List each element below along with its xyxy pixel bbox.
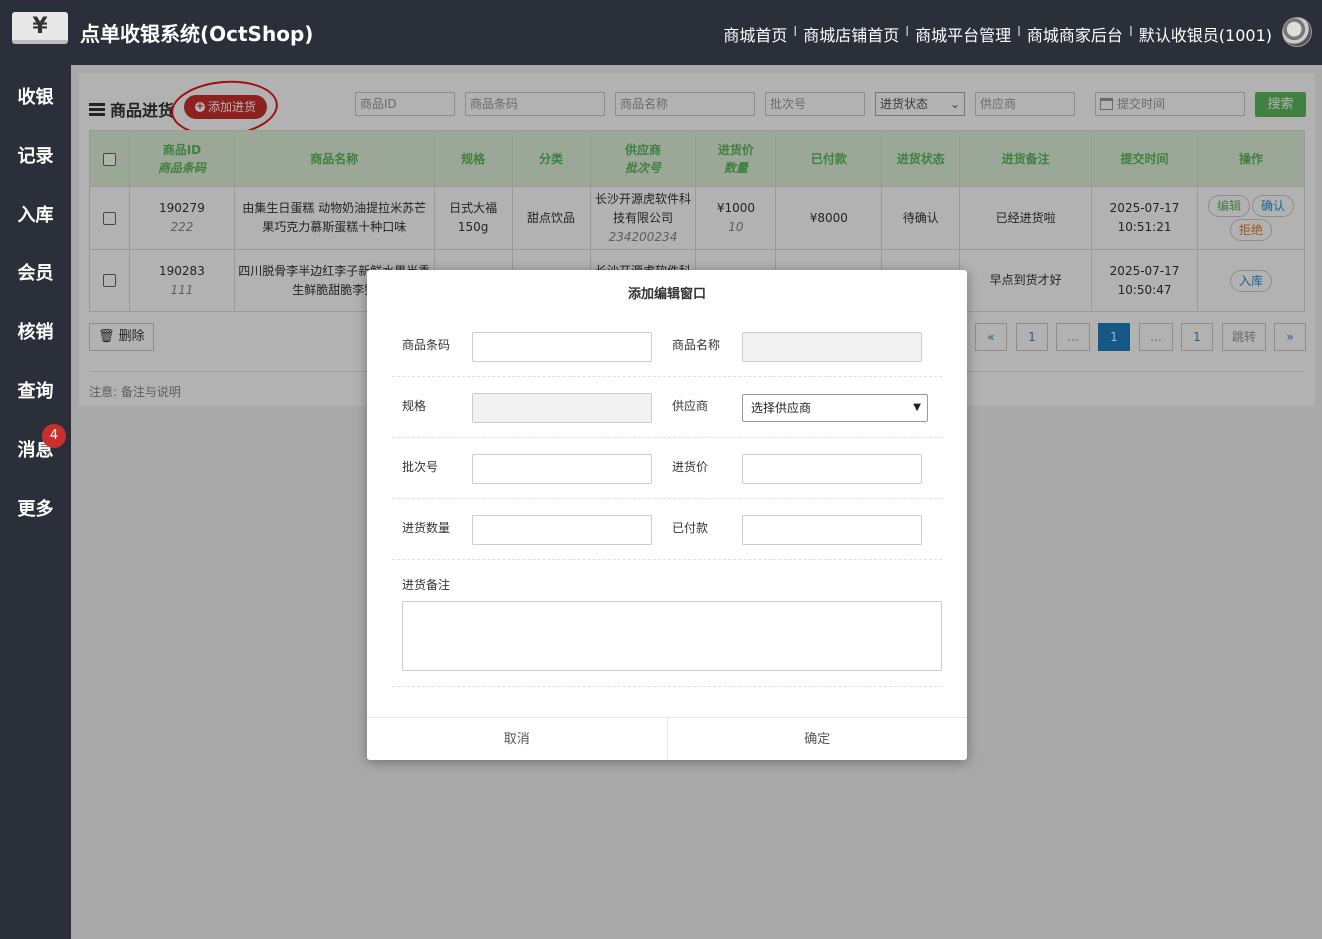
nav-separator: I [793,25,798,40]
batch-field[interactable] [472,454,652,484]
supplier-select-value: 选择供应商 [751,401,812,415]
supplier-label: 供应商 [672,399,709,413]
avatar[interactable] [1282,17,1312,47]
qty-label: 进货数量 [402,521,451,535]
nav-separator: I [1128,25,1133,40]
supplier-select[interactable]: 选择供应商 ▼ [742,394,928,422]
sidebar-item-records[interactable]: 记录 [0,142,71,168]
message-count-badge: 4 [42,424,66,448]
sidebar-item-more[interactable]: 更多 [0,495,71,521]
form-row: 规格 供应商 选择供应商 ▼ [392,377,942,438]
top-nav: 商城首页 I 商城店铺首页 I 商城平台管理 I 商城商家后台 I 默认收银员(… [723,22,1272,46]
sidebar-item-query[interactable]: 查询 [0,377,71,403]
sidebar-item-verify[interactable]: 核销 [0,318,71,344]
cancel-button[interactable]: 取消 [367,718,668,760]
price-label: 进货价 [672,460,709,474]
sidebar-item-members[interactable]: 会员 [0,259,71,285]
barcode-field[interactable] [472,332,652,362]
top-bar: ¥ 点单收银系统(OctShop) 商城首页 I 商城店铺首页 I 商城平台管理… [0,0,1322,65]
paid-label: 已付款 [672,521,709,535]
product-name-label: 商品名称 [672,338,721,352]
logo-icon[interactable]: ¥ [12,12,68,44]
remark-textarea[interactable] [402,601,942,671]
sidebar-item-stock-in[interactable]: 入库 [0,201,71,227]
form-row: 商品条码 商品名称 [392,316,942,377]
batch-label: 批次号 [402,460,439,474]
form-row: 进货数量 已付款 [392,499,942,560]
sidebar-item-messages[interactable]: 消息 4 [0,424,71,462]
nav-merchant-backend[interactable]: 商城商家后台 [1027,22,1123,46]
dialog-title: 添加编辑窗口 [627,287,706,302]
nav-mall-home[interactable]: 商城首页 [723,22,787,46]
product-name-field [742,332,922,362]
form-row: 批次号 进货价 [392,438,942,499]
nav-separator: I [905,25,910,40]
dialog-footer: 取消 确定 [367,717,967,760]
spec-field [472,393,652,423]
add-edit-dialog: 添加编辑窗口 商品条码 商品名称 规格 供应商 选择供应商 ▼ 批次号 进货价 … [367,270,967,760]
nav-separator: I [1017,25,1021,40]
nav-cashier-user[interactable]: 默认收银员(1001) [1139,22,1272,46]
barcode-label: 商品条码 [402,338,451,352]
paid-field[interactable] [742,515,922,545]
app-title: 点单收银系统(OctShop) [80,22,314,46]
nav-shop-home[interactable]: 商城店铺首页 [803,22,899,46]
qty-field[interactable] [472,515,652,545]
sidebar: 收银 记录 入库 会员 核销 查询 消息 4 更多 [0,65,71,939]
spec-label: 规格 [402,399,427,413]
sidebar-item-cashier[interactable]: 收银 [0,83,71,109]
chevron-down-icon: ▼ [913,402,921,413]
price-field[interactable] [742,454,922,484]
remark-label: 进货备注 [402,578,451,592]
confirm-button[interactable]: 确定 [668,718,968,760]
nav-platform-admin[interactable]: 商城平台管理 [915,22,1011,46]
